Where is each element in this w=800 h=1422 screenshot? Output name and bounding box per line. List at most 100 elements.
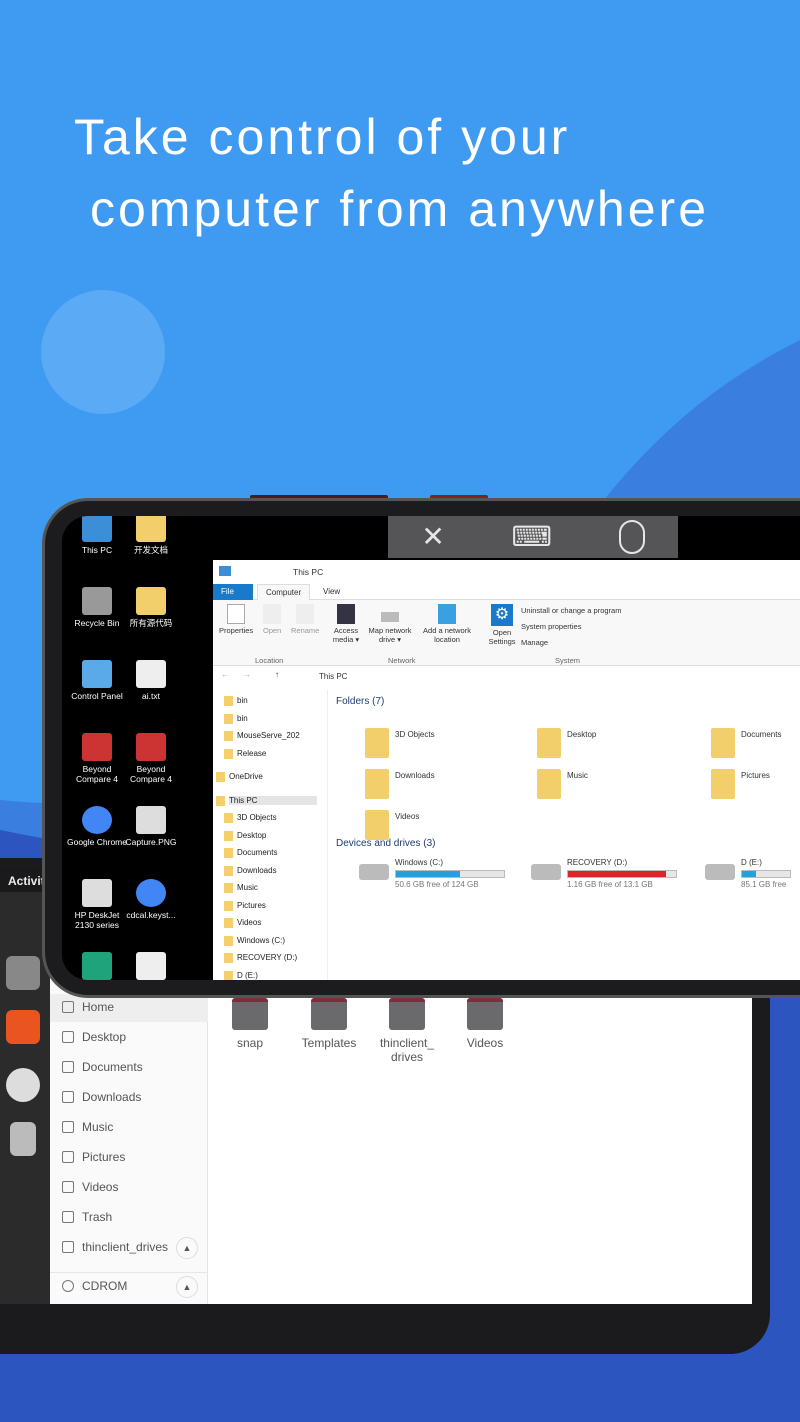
folder-item[interactable]: Desktop <box>537 728 596 758</box>
map-network-drive-button[interactable]: Map network drive ▾ <box>365 604 415 644</box>
folders-header[interactable]: Folders (7) <box>336 696 384 707</box>
label: Beyond Compare 4 <box>129 764 173 784</box>
nav-item[interactable]: This PC <box>216 795 317 806</box>
sidebar-item-cdrom[interactable]: CDROM ▲ <box>50 1272 208 1300</box>
label: Videos <box>395 812 420 821</box>
nav-item[interactable]: 3D Objects <box>224 813 277 823</box>
desktop-icon-item[interactable]: HP DeskJet 2130 series <box>66 879 128 930</box>
folder-item[interactable]: Documents <box>711 728 782 758</box>
software-icon[interactable] <box>6 1010 40 1044</box>
desktop-icon-item[interactable]: 所有源代码 <box>120 587 182 628</box>
drive-item[interactable]: Windows (C:) 50.6 GB free of 124 GB <box>359 858 505 889</box>
desktop-icon-item[interactable]: Beyond Compare 4 <box>120 733 182 784</box>
label: Documents <box>741 730 782 739</box>
system-properties-button[interactable]: System properties <box>521 622 581 631</box>
properties-button[interactable]: Properties <box>219 604 253 635</box>
desktop-icon <box>62 1031 74 1043</box>
add-network-location-button[interactable]: Add a network location <box>418 604 476 644</box>
sidebar-item-downloads[interactable]: Downloads <box>50 1084 208 1112</box>
nav-item[interactable]: OneDrive <box>216 772 263 782</box>
drive-item[interactable]: D (E:) 85.1 GB free <box>705 858 791 889</box>
close-icon[interactable]: ✕ <box>421 523 444 551</box>
folder-item[interactable]: Music <box>537 769 588 799</box>
nav-item[interactable]: Release <box>223 748 266 759</box>
up-icon[interactable]: ↑ <box>275 670 279 679</box>
label: cdcal.keyst... <box>126 910 176 920</box>
cdrom-icon[interactable] <box>6 1068 40 1102</box>
keyboard-icon[interactable]: ⌨ <box>512 523 552 551</box>
sidebar-item-pictures[interactable]: Pictures <box>50 1144 208 1172</box>
drive-item[interactable]: RECOVERY (D:) 1.16 GB free of 13.1 GB <box>531 858 677 889</box>
desktop-icon-item[interactable]: ai.txt <box>120 660 182 701</box>
folder-item[interactable]: 3D Objects <box>365 728 435 758</box>
uninstall-program-button[interactable]: Uninstall or change a program <box>521 606 621 615</box>
eject-icon[interactable]: ▲ <box>176 1237 198 1259</box>
folder-thinclient-drives[interactable]: thinclient_ drives <box>367 998 447 1064</box>
nav-item[interactable]: Downloads <box>224 865 277 876</box>
open-button[interactable]: Open <box>263 604 281 635</box>
open-settings-button[interactable]: ⚙ Open Settings <box>485 604 519 646</box>
sidebar-item-music[interactable]: Music <box>50 1114 208 1142</box>
desktop-icon-item[interactable]: Control Panel <box>66 660 128 701</box>
nav-item[interactable]: bin <box>224 696 248 706</box>
sidebar-item-thinclient-drives[interactable]: thinclient_drives ▲ <box>50 1234 208 1262</box>
back-icon[interactable]: ← <box>221 670 229 679</box>
desktop-icon-item[interactable] <box>120 952 182 980</box>
sidebar-item-videos[interactable]: Videos <box>50 1174 208 1202</box>
folder-templates[interactable]: Templates <box>289 998 369 1050</box>
nav-item[interactable]: Music <box>224 883 258 893</box>
nav-item[interactable]: Pictures <box>224 900 266 911</box>
nav-item[interactable]: Desktop <box>223 830 266 841</box>
folder-videos[interactable]: Videos <box>445 998 525 1050</box>
cdrom-icon <box>62 1280 74 1292</box>
desktop-icon-item[interactable]: 开发文档 <box>120 516 182 555</box>
desktop-icon-item[interactable]: Google Chrome <box>66 806 128 847</box>
label: 开发文档 <box>133 545 168 555</box>
sidebar-item-desktop[interactable]: Desktop <box>50 1024 208 1052</box>
tab-computer[interactable]: Computer <box>257 584 311 600</box>
desktop-icon-item[interactable]: Beyond Compare 4 <box>66 733 128 784</box>
folder-item[interactable]: Pictures <box>711 769 770 799</box>
label: Beyond Compare 4 <box>75 764 119 784</box>
address-bar[interactable]: ← → ↑ This PC <box>213 670 800 686</box>
folder-item[interactable]: Videos <box>365 810 420 840</box>
nav-item[interactable]: D (E:) <box>224 970 258 980</box>
desktop-icon-item[interactable]: DEV <box>66 952 128 980</box>
sidebar-item-trash[interactable]: Trash <box>50 1204 208 1232</box>
headline-line-1: Take control of your <box>74 109 571 165</box>
desktop-icon-item[interactable]: Capture.PNG <box>120 806 182 847</box>
desktop-icon-item[interactable]: Recycle Bin <box>66 587 128 628</box>
desktop-icon-item[interactable]: cdcal.keyst... <box>120 879 182 920</box>
access-media-button[interactable]: Access media ▾ <box>331 604 361 644</box>
folder-icon <box>537 728 561 758</box>
tab-file[interactable]: File <box>213 584 253 600</box>
forward-icon[interactable]: → <box>243 670 251 679</box>
drive-name: RECOVERY (D:) <box>567 858 628 867</box>
rename-button[interactable]: Rename <box>291 604 319 635</box>
nav-item[interactable]: RECOVERY (D:) <box>223 953 297 963</box>
nav-item[interactable]: MouseServe_202 <box>224 731 300 741</box>
nav-item[interactable]: Windows (C:) <box>223 935 285 946</box>
sidebar-item-home[interactable]: Home <box>50 994 208 1022</box>
label: Desktop <box>82 1030 127 1044</box>
manage-button[interactable]: Manage <box>521 638 548 647</box>
folder-item[interactable]: Downloads <box>365 769 435 799</box>
nav-item[interactable]: Documents <box>223 848 277 858</box>
mouse-icon[interactable] <box>618 520 645 554</box>
folder-snap[interactable]: snap <box>210 998 290 1050</box>
trash-icon[interactable] <box>10 1122 36 1156</box>
drives-header[interactable]: Devices and drives (3) <box>336 838 435 849</box>
remote-screen: This PC 开发文档 Recycle Bin 所有源代码 Control Panel… <box>62 516 800 980</box>
label: Home <box>82 1000 115 1014</box>
window-title: This PC <box>293 567 324 577</box>
tab-view[interactable]: View <box>315 584 348 600</box>
desktop-icon-item[interactable]: This PC <box>66 516 128 555</box>
sidebar-item-documents[interactable]: Documents <box>50 1054 208 1082</box>
label: Access media ▾ <box>332 626 360 644</box>
eject-icon[interactable]: ▲ <box>176 1276 198 1298</box>
files-icon[interactable] <box>6 956 40 990</box>
label: ai.txt <box>142 691 160 701</box>
nav-item[interactable]: Videos <box>223 918 261 928</box>
nav-item[interactable]: bin <box>224 713 248 724</box>
file-icon <box>136 952 166 980</box>
